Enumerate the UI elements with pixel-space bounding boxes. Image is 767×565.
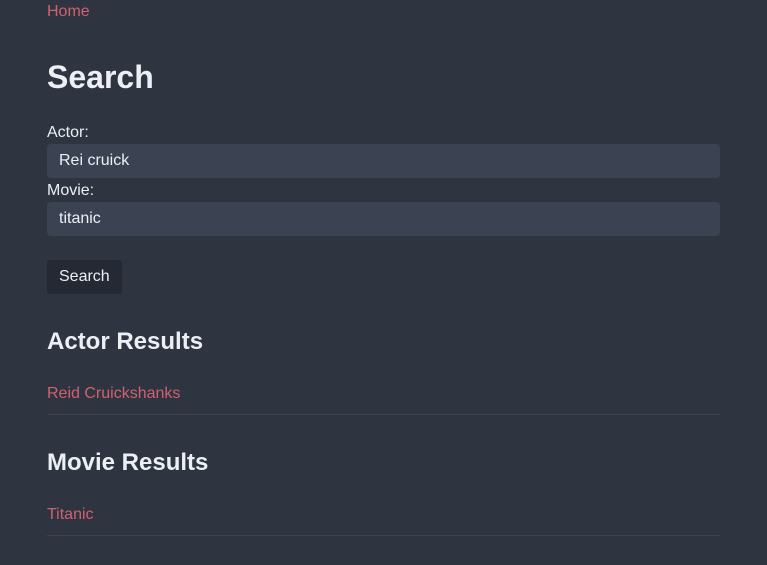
list-item: Reid Cruickshanks bbox=[47, 385, 720, 415]
home-link[interactable]: Home bbox=[47, 3, 90, 21]
movie-result-link[interactable]: Titanic bbox=[47, 506, 94, 524]
page-title: Search bbox=[47, 59, 154, 95]
movie-results-list: Titanic bbox=[47, 506, 720, 536]
search-button[interactable]: Search bbox=[47, 260, 122, 294]
movie-label: Movie: bbox=[47, 182, 95, 199]
actor-result-link[interactable]: Reid Cruickshanks bbox=[47, 385, 180, 403]
movie-input[interactable] bbox=[47, 202, 720, 236]
actor-label: Actor: bbox=[47, 124, 89, 141]
actor-results-heading: Actor Results bbox=[47, 328, 204, 355]
movie-results-heading: Movie Results bbox=[47, 449, 209, 476]
actor-results-list: Reid Cruickshanks bbox=[47, 385, 720, 415]
search-page: Home Search Actor: Movie: Search Actor R… bbox=[0, 0, 767, 565]
list-item: Titanic bbox=[47, 506, 720, 536]
actor-input[interactable] bbox=[47, 144, 720, 178]
